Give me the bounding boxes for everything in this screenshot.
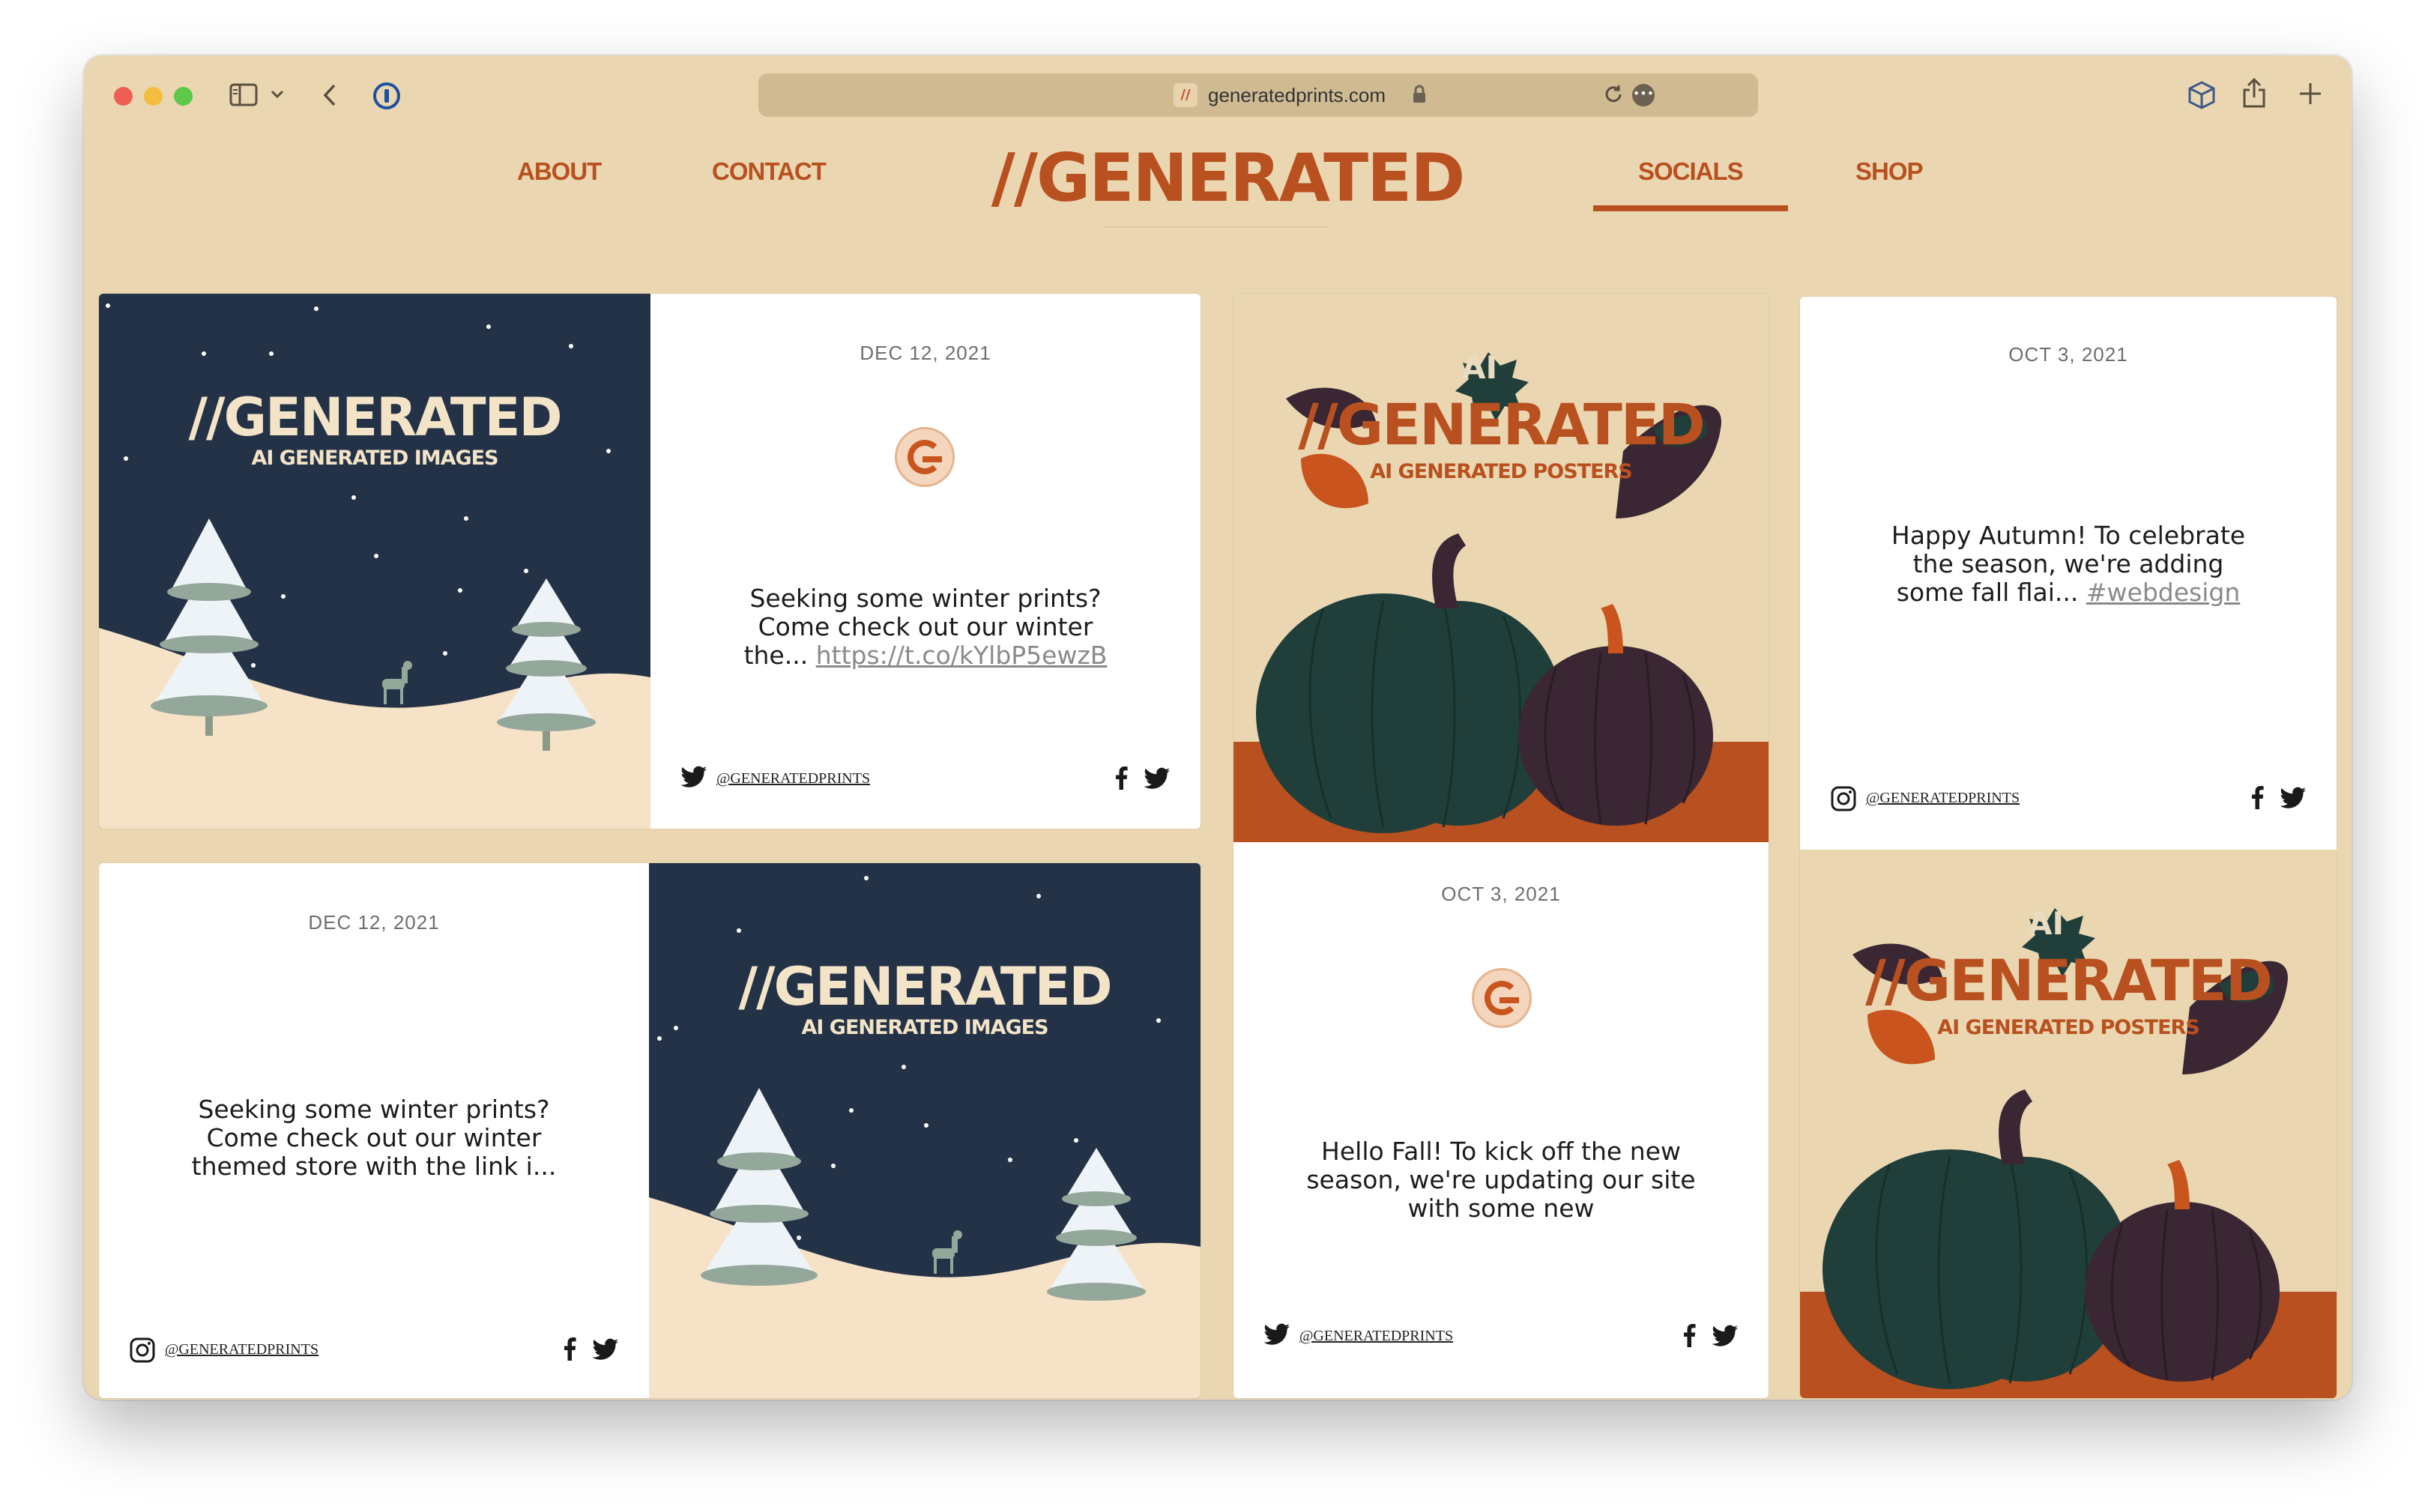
share-buttons	[1102, 766, 1171, 793]
post-link[interactable]: https://t.co/kYlbP5ewzB	[816, 641, 1108, 670]
url-text[interactable]: generatedprints.com	[1208, 84, 1386, 107]
post-message: Happy Autumn! To celebrate the season, w…	[1800, 521, 2337, 607]
nav-shop[interactable]: SHOP	[1855, 157, 1924, 186]
autumn-poster-title: //GENERATED	[1298, 391, 1706, 458]
minimize-window-button[interactable]	[144, 87, 163, 106]
social-post-card[interactable]: DEC 12, 2021 Seeking some winter prints?…	[99, 863, 1201, 1398]
post-message: Seeking some winter prints? Come check o…	[650, 584, 1201, 670]
facebook-share-icon[interactable]	[2250, 785, 2264, 809]
lock-icon	[1412, 84, 1427, 108]
share-buttons	[1670, 1323, 1739, 1350]
post-footer: @GENERATEDPRINTS	[680, 766, 1171, 796]
facebook-share-icon[interactable]	[1682, 1323, 1696, 1347]
post-handle[interactable]: @GENERATEDPRINTS	[1866, 790, 2020, 807]
site-favicon: //	[1174, 83, 1198, 107]
post-message: Hello Fall! To kick off the new season, …	[1306, 1137, 1696, 1223]
post-date: DEC 12, 2021	[308, 911, 440, 934]
post-handle[interactable]: @GENERATEDPRINTS	[165, 1341, 318, 1358]
browser-window: // generatedprints.com ••• ABOUT CONTACT…	[84, 55, 2352, 1400]
post-footer: @GENERATEDPRINTS	[129, 1337, 619, 1367]
twitter-share-icon[interactable]	[1712, 1325, 1739, 1347]
post-footer: @GENERATEDPRINTS	[1830, 785, 2307, 815]
close-window-button[interactable]	[114, 87, 133, 106]
winter-poster-subtitle: AI GENERATED IMAGES	[251, 447, 498, 470]
nav-socials[interactable]: SOCIALS	[1638, 157, 1744, 186]
post-handle[interactable]: @GENERATEDPRINTS	[1299, 1328, 1453, 1345]
instagram-icon[interactable]	[1830, 785, 1857, 815]
post-body: OCT 3, 2021 Happy Autumn! To celebrate t…	[1800, 297, 2337, 850]
browser-toolbar: // generatedprints.com •••	[84, 55, 2352, 138]
twitter-icon[interactable]	[1263, 1323, 1290, 1349]
share-buttons	[551, 1337, 619, 1364]
autumn-poster-image: AI //GENERATED AI GENERATED POSTERS	[1233, 294, 1769, 842]
new-tab-icon[interactable]	[2298, 81, 2323, 109]
twitter-share-icon[interactable]	[592, 1338, 619, 1361]
share-icon[interactable]	[2241, 76, 2268, 112]
reload-icon[interactable]	[1602, 83, 1625, 109]
autumn-poster-subtitle: AI GENERATED POSTERS	[1370, 460, 1633, 483]
nav-about[interactable]: ABOUT	[517, 157, 602, 186]
twitter-share-icon[interactable]	[2280, 787, 2307, 809]
more-icon[interactable]: •••	[1632, 84, 1655, 106]
social-post-card[interactable]: //GENERATED AI GENERATED IMAGES DEC 12, …	[99, 294, 1201, 829]
winter-poster-subtitle: AI GENERATED IMAGES	[801, 1016, 1048, 1039]
post-message: Seeking some winter prints? Come check o…	[191, 1095, 557, 1181]
post-handle[interactable]: @GENERATEDPRINTS	[716, 770, 870, 787]
zoom-window-button[interactable]	[174, 87, 193, 106]
chevron-down-icon[interactable]	[270, 88, 285, 103]
winter-poster-image: //GENERATED AI GENERATED IMAGES	[99, 294, 650, 829]
social-post-card[interactable]: OCT 3, 2021 Happy Autumn! To celebrate t…	[1800, 297, 2337, 1398]
sidebar-icon[interactable]	[229, 82, 259, 111]
autumn-poster-title: //GENERATED	[1865, 947, 2273, 1014]
winter-poster-image: //GENERATED AI GENERATED IMAGES	[649, 863, 1201, 1398]
nav-contact[interactable]: CONTACT	[712, 157, 827, 186]
active-nav-indicator	[1593, 205, 1788, 211]
post-body: OCT 3, 2021 Hello Fall! To kick off the …	[1233, 842, 1769, 1398]
post-hashtag-link[interactable]: #webdesign	[2086, 578, 2240, 607]
logo-divider	[1105, 226, 1329, 228]
winter-poster-title: //GENERATED	[188, 387, 562, 448]
winter-poster-title: //GENERATED	[738, 956, 1112, 1017]
post-date: DEC 12, 2021	[860, 342, 991, 364]
autumn-poster-subtitle: AI GENERATED POSTERS	[1937, 1016, 2200, 1039]
profile-avatar	[1472, 968, 1532, 1028]
facebook-share-icon[interactable]	[1114, 766, 1128, 790]
post-footer: @GENERATEDPRINTS	[1263, 1323, 1739, 1353]
address-bar[interactable]: // generatedprints.com •••	[758, 73, 1758, 117]
instagram-icon[interactable]	[129, 1337, 156, 1367]
autumn-poster-image: AI //GENERATED AI GENERATED POSTERS	[1800, 850, 2337, 1398]
site-logo[interactable]: //GENERATED	[988, 139, 1467, 217]
profile-avatar	[895, 427, 955, 487]
facebook-share-icon[interactable]	[563, 1337, 576, 1361]
social-post-card[interactable]: AI //GENERATED AI GENERATED POSTERS OCT …	[1233, 294, 1769, 1398]
made-with-ai-badge: AI	[1461, 349, 1498, 386]
password-manager-icon[interactable]	[372, 81, 402, 114]
post-body: DEC 12, 2021 Seeking some winter prints?…	[650, 294, 1201, 829]
back-button[interactable]	[321, 82, 339, 111]
post-date: OCT 3, 2021	[2008, 343, 2128, 366]
made-with-ai-badge: AI	[2028, 905, 2065, 942]
twitter-icon[interactable]	[680, 766, 707, 791]
post-date: OCT 3, 2021	[1441, 883, 1561, 905]
share-buttons	[2238, 785, 2307, 812]
extension-cube-icon[interactable]	[2187, 79, 2217, 114]
post-body: DEC 12, 2021 Seeking some winter prints?…	[99, 863, 649, 1398]
twitter-share-icon[interactable]	[1144, 767, 1171, 790]
